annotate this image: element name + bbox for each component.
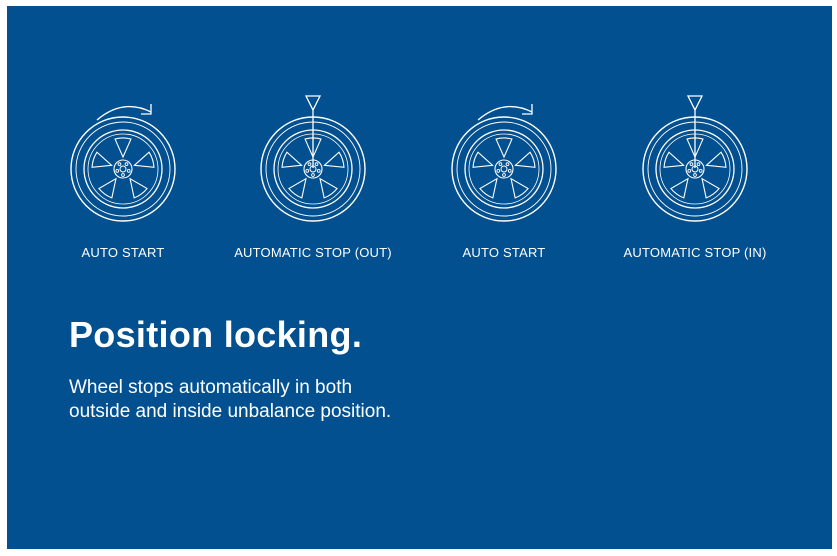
wheel-caption: AUTOMATIC STOP (OUT)	[234, 245, 392, 260]
wheel-step-4: AUTOMATIC STOP (IN)	[595, 90, 795, 270]
description: Wheel stops automatically in both outsid…	[69, 377, 392, 422]
wheel-step-1: AUTO START	[23, 90, 223, 270]
feature-panel: AUTO START AUTOMATIC STOP (OUT) AUTO STA…	[7, 6, 832, 549]
wheel-sequence: AUTO START AUTOMATIC STOP (OUT) AUTO STA…	[7, 6, 832, 276]
wheel-illustration	[451, 104, 557, 222]
wheel-caption: AUTO START	[462, 245, 546, 260]
wheel-caption: AUTOMATIC STOP (IN)	[623, 245, 767, 260]
wheel-caption: AUTO START	[81, 245, 165, 260]
wheel-illustration	[260, 95, 366, 222]
wheel-icon	[70, 116, 176, 222]
wheel-illustration	[642, 95, 748, 222]
wheel-illustration	[70, 104, 176, 222]
headline: Position locking.	[69, 314, 363, 355]
wheel-icon	[451, 116, 557, 222]
wheel-step-3: AUTO START	[404, 90, 604, 270]
wheel-step-2: AUTOMATIC STOP (OUT)	[213, 90, 413, 270]
